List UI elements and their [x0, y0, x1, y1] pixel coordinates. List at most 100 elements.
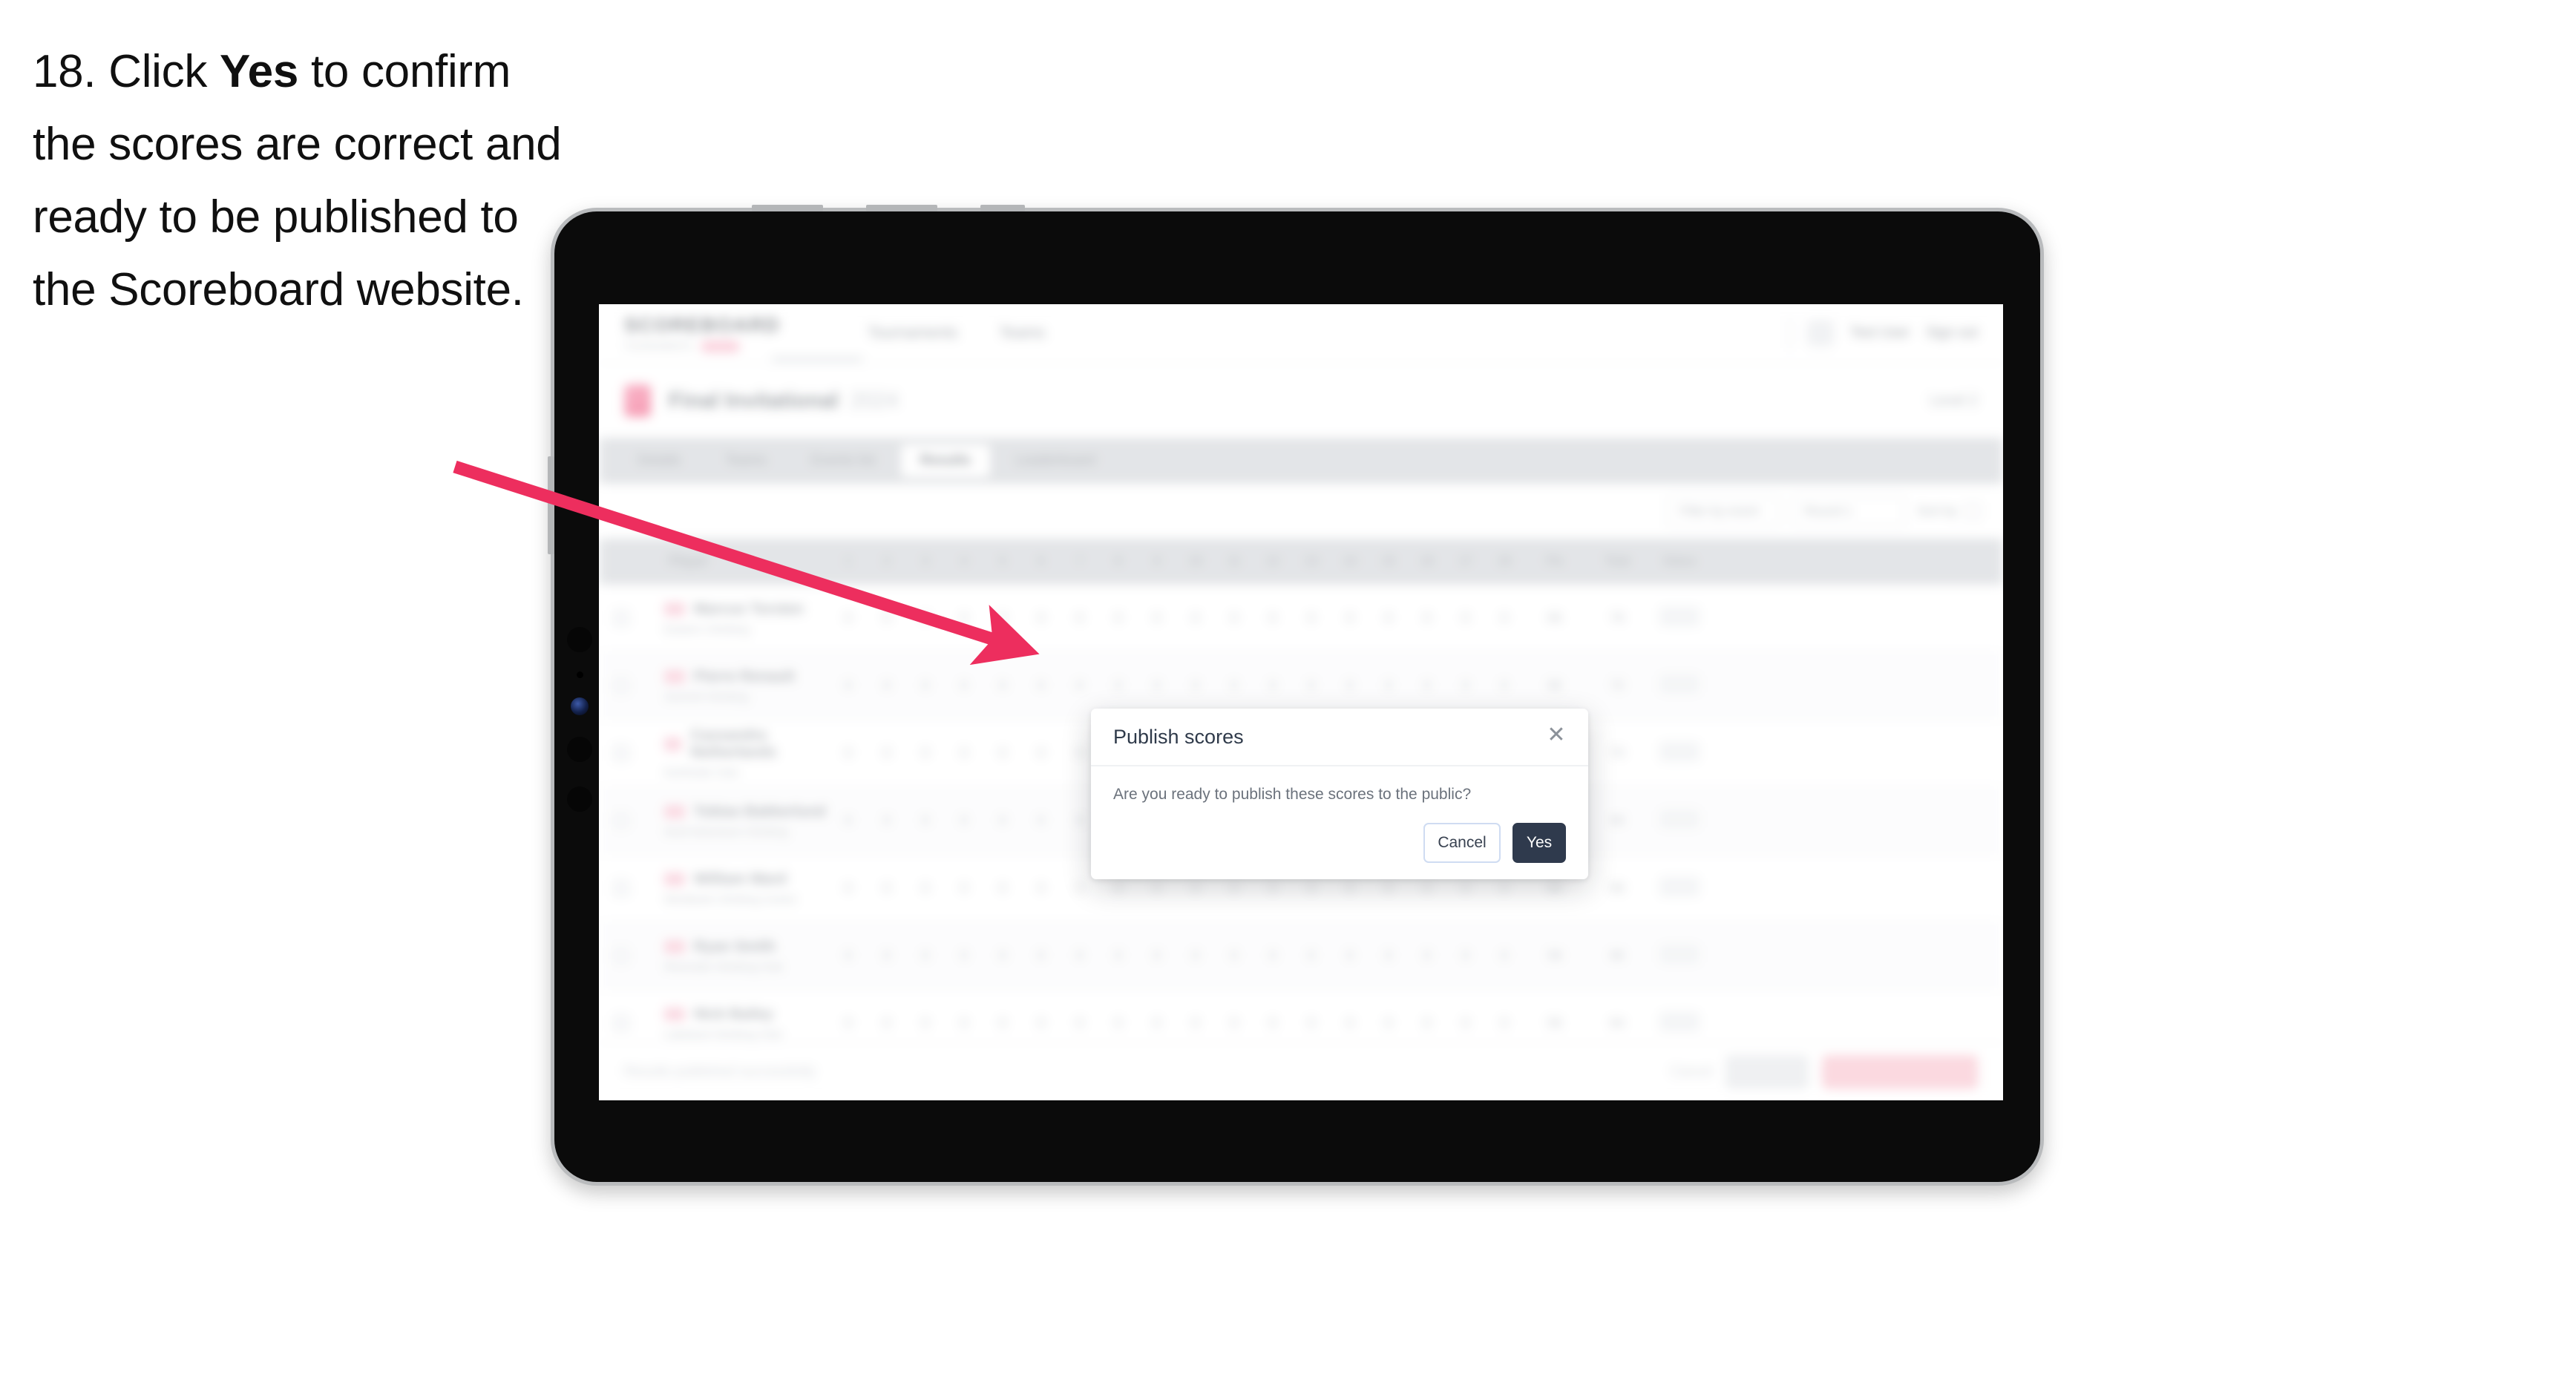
tab-events-list[interactable]: Events list	[792, 444, 895, 477]
tab-teams[interactable]: Teams	[706, 444, 786, 477]
checkbox-icon[interactable]	[613, 610, 629, 626]
row-checkbox[interactable]	[599, 947, 643, 964]
cell-score-3[interactable]: 0	[906, 813, 945, 828]
cell-score-16[interactable]: 0	[1408, 881, 1446, 896]
cell-score-2[interactable]: 0	[868, 611, 906, 625]
cell-score-7[interactable]: 0	[1061, 1016, 1099, 1031]
cell-score-18[interactable]: 0	[1485, 881, 1524, 896]
cell-score-16[interactable]: 0	[1408, 1016, 1446, 1031]
cell-score-3[interactable]: 0	[906, 881, 945, 896]
cell-score-9[interactable]: 0	[1138, 611, 1176, 625]
cell-score-4[interactable]: 0	[945, 611, 983, 625]
row-checkbox[interactable]	[599, 812, 643, 829]
cell-score-11[interactable]: 0	[1215, 881, 1253, 896]
checkbox-icon[interactable]	[613, 947, 629, 964]
cell-score-4[interactable]: 0	[945, 813, 983, 828]
checkbox-icon[interactable]	[613, 677, 629, 694]
cell-score-13[interactable]: 0	[1292, 1016, 1331, 1031]
cell-score-14[interactable]: 0	[1331, 948, 1369, 963]
cell-score-1[interactable]: 0	[829, 678, 868, 693]
cell-score-8[interactable]: 0	[1099, 881, 1138, 896]
cell-score-8[interactable]: 0	[1099, 678, 1138, 693]
cell-score-15[interactable]: 0	[1369, 948, 1408, 963]
device-volume-up-button[interactable]	[752, 205, 823, 211]
cell-score-11[interactable]: 0	[1215, 678, 1253, 693]
cell-score-9[interactable]: 0	[1138, 881, 1176, 896]
table-row[interactable]: Ryan Smith Riverside Climbing Club 0 0 0 0 0 0 0…	[599, 922, 2003, 990]
cell-score-3[interactable]: 0	[906, 1016, 945, 1031]
cell-score-12[interactable]: 0	[1253, 948, 1292, 963]
cell-score-1[interactable]: 0	[829, 881, 868, 896]
cell-score-17[interactable]: 0	[1446, 611, 1485, 625]
cell-score-10[interactable]: 0	[1176, 948, 1215, 963]
cell-score-17[interactable]: 0	[1446, 881, 1485, 896]
row-checkbox[interactable]	[599, 610, 643, 626]
cell-score-16[interactable]: 0	[1408, 611, 1446, 625]
row-checkbox[interactable]	[599, 745, 643, 761]
cell-score-5[interactable]: 0	[983, 611, 1022, 625]
cell-score-15[interactable]: 0	[1369, 678, 1408, 693]
cell-score-5[interactable]: 0	[983, 746, 1022, 761]
cell-score-10[interactable]: 0	[1176, 881, 1215, 896]
cell-score-9[interactable]: 0	[1138, 948, 1176, 963]
cell-score-18[interactable]: 0	[1485, 611, 1524, 625]
cell-score-6[interactable]: 0	[1022, 948, 1061, 963]
cell-score-18[interactable]: 0	[1485, 948, 1524, 963]
cell-score-2[interactable]: 0	[868, 948, 906, 963]
cell-score-2[interactable]: 0	[868, 1016, 906, 1031]
cell-score-17[interactable]: 0	[1446, 1016, 1485, 1031]
cell-score-7[interactable]: 0	[1061, 948, 1099, 963]
cell-score-12[interactable]: 0	[1253, 611, 1292, 625]
cell-score-11[interactable]: 0	[1215, 611, 1253, 625]
cell-score-6[interactable]: 0	[1022, 746, 1061, 761]
tab-results[interactable]: Results	[900, 444, 991, 477]
row-checkbox[interactable]	[599, 1015, 643, 1031]
cell-score-9[interactable]: 0	[1138, 678, 1176, 693]
save-all-button[interactable]	[1725, 1054, 1809, 1089]
cell-score-18[interactable]: 0	[1485, 1016, 1524, 1031]
cell-score-11[interactable]: 0	[1215, 1016, 1253, 1031]
cell-score-14[interactable]: 0	[1331, 678, 1369, 693]
cell-score-4[interactable]: 0	[945, 948, 983, 963]
row-checkbox[interactable]	[599, 677, 643, 694]
cell-score-8[interactable]: 0	[1099, 611, 1138, 625]
cell-score-8[interactable]: 0	[1099, 948, 1138, 963]
checkbox-icon[interactable]	[613, 880, 629, 896]
cell-score-5[interactable]: 0	[983, 813, 1022, 828]
cell-score-1[interactable]: 0	[829, 611, 868, 625]
cell-score-1[interactable]: 0	[829, 813, 868, 828]
cell-score-6[interactable]: 0	[1022, 881, 1061, 896]
cell-score-4[interactable]: 0	[945, 746, 983, 761]
cell-score-17[interactable]: 0	[1446, 678, 1485, 693]
cell-score-3[interactable]: 0	[906, 746, 945, 761]
cell-score-13[interactable]: 0	[1292, 948, 1331, 963]
cell-score-17[interactable]: 0	[1446, 948, 1485, 963]
device-volume-down-button[interactable]	[866, 205, 937, 211]
device-power-button[interactable]	[980, 205, 1025, 211]
search-input[interactable]	[621, 496, 1096, 526]
cell-score-5[interactable]: 0	[983, 948, 1022, 963]
cell-score-13[interactable]: 0	[1292, 678, 1331, 693]
cell-score-15[interactable]: 0	[1369, 881, 1408, 896]
checkbox-icon[interactable]	[613, 1015, 629, 1031]
bottom-cancel-link[interactable]: Cancel	[1671, 1064, 1712, 1080]
cell-score-16[interactable]: 0	[1408, 678, 1446, 693]
cell-score-8[interactable]: 0	[1099, 1016, 1138, 1031]
cell-score-12[interactable]: 0	[1253, 1016, 1292, 1031]
filter-round-select[interactable]: Round 1	[1792, 495, 1906, 528]
cell-score-6[interactable]: 0	[1022, 678, 1061, 693]
cell-score-6[interactable]: 0	[1022, 1016, 1061, 1031]
avatar[interactable]	[1807, 320, 1835, 346]
cell-score-4[interactable]: 0	[945, 1016, 983, 1031]
cell-score-1[interactable]: 0	[829, 1016, 868, 1031]
app-brand[interactable]: SCOREBOARD TOURNAMENTS BETA	[624, 314, 780, 352]
cell-score-3[interactable]: 0	[906, 611, 945, 625]
cell-score-7[interactable]: 0	[1061, 678, 1099, 693]
cell-score-12[interactable]: 0	[1253, 678, 1292, 693]
cell-score-1[interactable]: 0	[829, 948, 868, 963]
cell-score-10[interactable]: 0	[1176, 1016, 1215, 1031]
yes-button[interactable]: Yes	[1513, 823, 1566, 863]
checkbox-icon[interactable]	[613, 812, 629, 829]
close-icon[interactable]: ✕	[1545, 724, 1567, 747]
table-row[interactable]: Marcus Torsten Eastern Climbing 0 0 0 0 0 0 0 0 0 0…	[599, 585, 2003, 652]
